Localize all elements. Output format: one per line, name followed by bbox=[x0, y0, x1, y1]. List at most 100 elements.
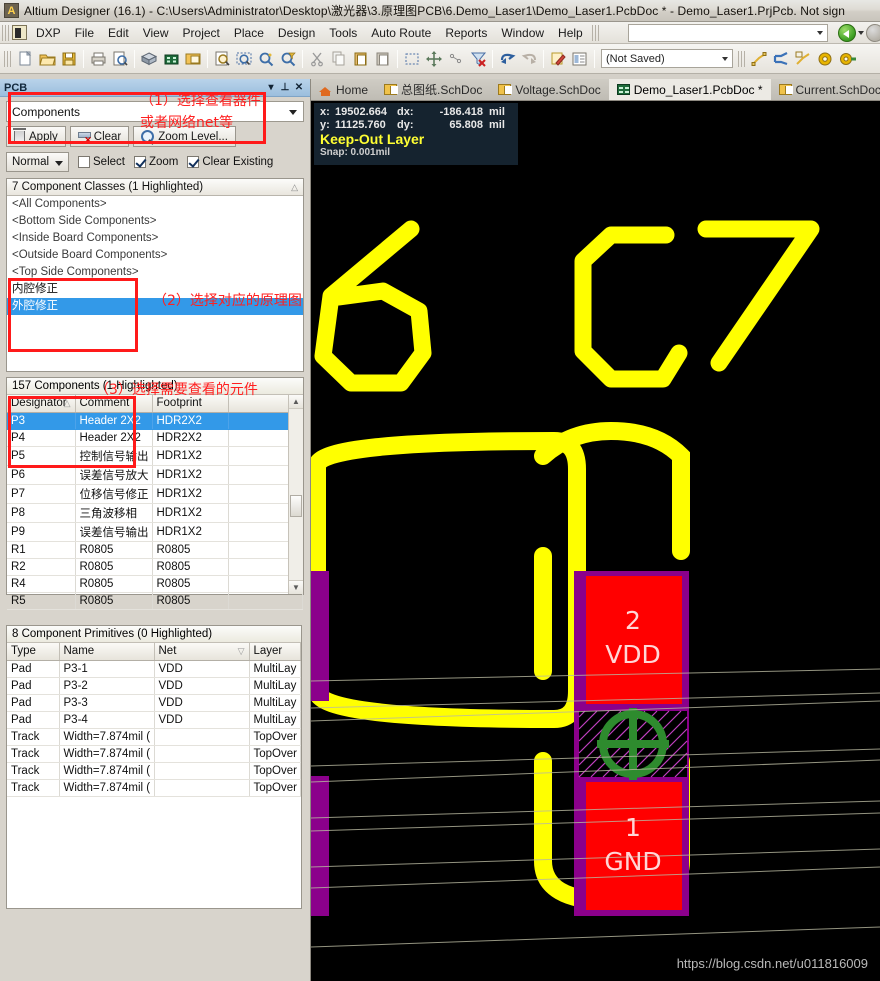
scroll-thumb[interactable] bbox=[290, 495, 302, 517]
menu-grip[interactable] bbox=[2, 24, 9, 41]
table-row[interactable]: P7 位移信号修正 HDR1X2 bbox=[7, 484, 303, 504]
menu-item-dxp[interactable]: DXP bbox=[29, 23, 68, 43]
menu-item-place[interactable]: Place bbox=[227, 23, 271, 43]
table-row[interactable]: Pad P3-3 VDD MultiLay bbox=[7, 694, 301, 712]
navigate-back-button[interactable] bbox=[838, 24, 856, 42]
zoom-in-icon[interactable] bbox=[255, 48, 277, 70]
column-header-type[interactable]: Type bbox=[7, 643, 60, 661]
pcb-canvas[interactable]: 2 VDD 1 GND x: 19502.664 dx: -186.418 mi… bbox=[311, 101, 880, 981]
table-row[interactable]: R1 R0805 R0805 bbox=[7, 541, 303, 559]
cut-icon[interactable] bbox=[306, 48, 328, 70]
clear-filter-icon[interactable] bbox=[467, 48, 489, 70]
class-row-outside-board[interactable]: <Outside Board Components> bbox=[7, 247, 303, 264]
menu-item-help[interactable]: Help bbox=[551, 23, 590, 43]
menu-item-file[interactable]: File bbox=[68, 23, 101, 43]
zoom-area-icon[interactable] bbox=[233, 48, 255, 70]
chevron-down-icon[interactable] bbox=[858, 31, 864, 35]
toolbar-grip[interactable] bbox=[4, 50, 11, 67]
table-row[interactable]: R4 R0805 R0805 bbox=[7, 575, 303, 593]
column-header-name[interactable]: Name bbox=[59, 643, 155, 661]
menu-item-auto-route[interactable]: Auto Route bbox=[364, 23, 438, 43]
print-icon[interactable] bbox=[87, 48, 109, 70]
menu-item-window[interactable]: Window bbox=[494, 23, 551, 43]
table-row[interactable]: Track Width=7.874mil ( TopOver bbox=[7, 745, 301, 763]
tab-master-schematic[interactable]: 总图纸.SchDoc bbox=[376, 79, 490, 100]
edit-marker-icon[interactable] bbox=[547, 48, 569, 70]
redo-icon[interactable] bbox=[518, 48, 540, 70]
pcb-document-icon[interactable] bbox=[160, 48, 182, 70]
route-net-icon[interactable] bbox=[792, 48, 814, 70]
copy-icon[interactable] bbox=[328, 48, 350, 70]
table-row[interactable]: R2 R0805 R0805 bbox=[7, 558, 303, 576]
pin-icon[interactable]: ⊥ bbox=[278, 82, 292, 93]
schematic-icon bbox=[498, 84, 513, 95]
class-row-all[interactable]: <All Components> bbox=[7, 196, 303, 213]
select-area-icon[interactable] bbox=[401, 48, 423, 70]
new-document-icon[interactable] bbox=[14, 48, 36, 70]
menu-item-tools[interactable]: Tools bbox=[322, 23, 364, 43]
class-row-bottom-side[interactable]: <Bottom Side Components> bbox=[7, 213, 303, 230]
open-folder-icon[interactable] bbox=[36, 48, 58, 70]
paste-icon[interactable] bbox=[350, 48, 372, 70]
table-row[interactable]: R5 R0805 R0805 bbox=[7, 592, 303, 610]
menu-item-view[interactable]: View bbox=[136, 23, 176, 43]
table-row[interactable]: Track Width=7.874mil ( TopOver bbox=[7, 728, 301, 746]
tab-current-schematic[interactable]: Current.SchDoc bbox=[771, 79, 880, 100]
table-row[interactable]: Track Width=7.874mil ( TopOver bbox=[7, 762, 301, 780]
primitives-grid[interactable]: 8 Component Primitives (0 Highlighted) T… bbox=[6, 625, 302, 909]
scroll-up-icon[interactable]: ▲ bbox=[289, 395, 303, 409]
menu-item-project[interactable]: Project bbox=[176, 23, 227, 43]
annotation-text-4: （3）选择需要查看的元件 bbox=[95, 382, 258, 398]
class-row-inside-board[interactable]: <Inside Board Components> bbox=[7, 230, 303, 247]
board-3d-icon[interactable] bbox=[138, 48, 160, 70]
scroll-down-icon[interactable]: ▼ bbox=[289, 580, 303, 594]
highlight-mode-combo[interactable]: Normal bbox=[6, 152, 69, 172]
components-scrollbar[interactable]: ▲ ▼ bbox=[288, 395, 303, 594]
menu-search-input[interactable] bbox=[628, 24, 828, 42]
pad-icon[interactable] bbox=[836, 48, 858, 70]
inspector-icon[interactable] bbox=[569, 48, 591, 70]
zoom-filter-icon[interactable] bbox=[277, 48, 299, 70]
select-checkbox[interactable]: Select bbox=[78, 156, 125, 168]
highlight-mode-value: Normal bbox=[12, 156, 50, 168]
clear-existing-checkbox[interactable]: Clear Existing bbox=[187, 156, 273, 168]
save-icon[interactable] bbox=[58, 48, 80, 70]
saved-state-combo[interactable]: (Not Saved) bbox=[601, 49, 733, 68]
search-grip[interactable] bbox=[591, 24, 599, 41]
clear-existing-label: Clear Existing bbox=[202, 156, 274, 168]
menu-item-reports[interactable]: Reports bbox=[438, 23, 494, 43]
differential-pair-route-icon[interactable] bbox=[770, 48, 792, 70]
paste-special-icon[interactable] bbox=[372, 48, 394, 70]
home-icon bbox=[319, 84, 332, 96]
move-icon[interactable] bbox=[423, 48, 445, 70]
via-icon[interactable] bbox=[814, 48, 836, 70]
route-toolbar-grip[interactable] bbox=[738, 50, 745, 67]
table-row[interactable]: Pad P3-4 VDD MultiLay bbox=[7, 711, 301, 729]
column-header-layer[interactable]: Layer bbox=[249, 643, 301, 661]
table-row[interactable]: P8 三角波移相 HDR1X2 bbox=[7, 503, 303, 523]
align-icon[interactable] bbox=[445, 48, 467, 70]
column-header-net[interactable]: Net ▽ bbox=[154, 643, 250, 661]
cell-footprint: HDR2X2 bbox=[152, 412, 229, 430]
tab-demo-laser1-pcb[interactable]: Demo_Laser1.PcbDoc * bbox=[608, 79, 771, 100]
tab-home[interactable]: Home bbox=[311, 79, 376, 100]
table-row[interactable]: Pad P3-2 VDD MultiLay bbox=[7, 677, 301, 695]
cell-type: Pad bbox=[7, 677, 60, 695]
table-row[interactable]: Track Width=7.874mil ( TopOver bbox=[7, 779, 301, 797]
tab-voltage-schematic[interactable]: Voltage.SchDoc bbox=[490, 79, 608, 100]
chevron-down-icon[interactable]: ▾ bbox=[264, 82, 278, 93]
undo-icon[interactable] bbox=[496, 48, 518, 70]
zoom-document-icon[interactable] bbox=[211, 48, 233, 70]
dxp-icon[interactable] bbox=[12, 25, 27, 40]
table-row[interactable]: Pad P3-1 VDD MultiLay bbox=[7, 660, 301, 678]
print-preview-icon[interactable] bbox=[109, 48, 131, 70]
interactive-route-icon[interactable] bbox=[748, 48, 770, 70]
zoom-checkbox[interactable]: Zoom bbox=[133, 156, 178, 168]
menu-item-design[interactable]: Design bbox=[271, 23, 322, 43]
primitives-table: Type Name Net ▽ Layer Pad P3-1 VDD MultiL… bbox=[7, 643, 301, 797]
library-icon[interactable] bbox=[182, 48, 204, 70]
table-row[interactable]: P9 误差信号输出 HDR1X2 bbox=[7, 522, 303, 542]
navigate-forward-button[interactable] bbox=[866, 24, 880, 42]
close-icon[interactable]: ✕ bbox=[292, 82, 306, 93]
menu-item-edit[interactable]: Edit bbox=[101, 23, 136, 43]
